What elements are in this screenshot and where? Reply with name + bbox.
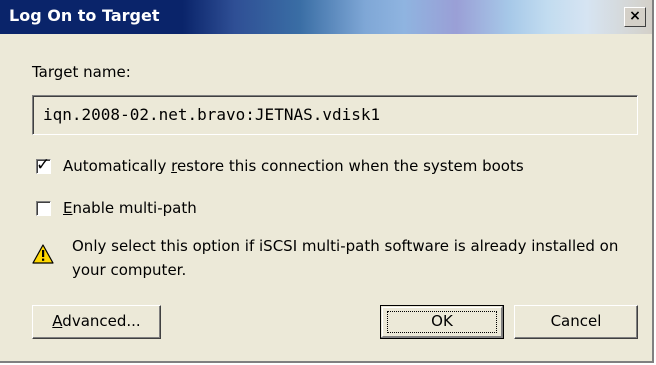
close-button[interactable]: ×: [624, 7, 646, 27]
checkmark-icon: ✓: [36, 154, 51, 175]
cancel-button[interactable]: Cancel: [514, 305, 638, 339]
title-bar[interactable]: Log On to Target ×: [0, 0, 652, 34]
warning-text: Only select this option if iSCSI multi-p…: [72, 237, 619, 279]
auto-restore-checkbox[interactable]: ✓: [36, 155, 51, 175]
advanced-button[interactable]: Advanced...: [32, 305, 161, 339]
multipath-checkbox[interactable]: [36, 200, 51, 216]
multipath-option[interactable]: Enable multi-path: [36, 199, 197, 217]
window-title: Log On to Target: [9, 6, 160, 25]
target-name-label: Target name:: [32, 63, 131, 81]
warning-icon: [32, 244, 54, 264]
multipath-label: Enable multi-path: [63, 199, 197, 217]
close-icon: ×: [629, 8, 641, 24]
target-name-field[interactable]: iqn.2008-02.net.bravo:JETNAS.vdisk1: [32, 95, 638, 135]
log-on-dialog: Log On to Target × Target name: iqn.2008…: [0, 0, 654, 363]
auto-restore-option[interactable]: ✓ Automatically restore this connection …: [36, 155, 524, 175]
ok-button[interactable]: OK: [380, 305, 504, 339]
auto-restore-label: Automatically restore this connection wh…: [63, 157, 524, 175]
